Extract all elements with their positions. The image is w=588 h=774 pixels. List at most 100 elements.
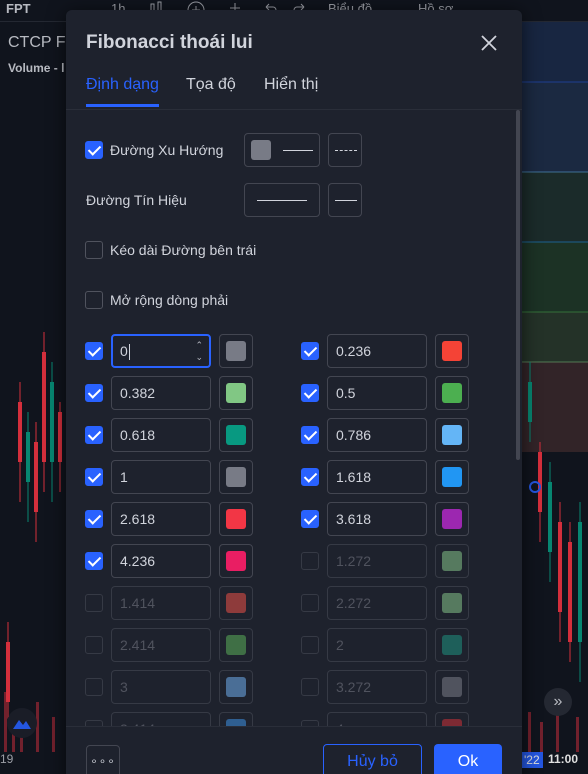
color-swatch <box>226 635 246 655</box>
level-right-6-color-button[interactable] <box>435 586 469 620</box>
trend-line-dash-button[interactable] <box>328 133 362 167</box>
level-right-3-value-input[interactable]: 1.618 <box>327 460 427 494</box>
level-value-text: 1 <box>120 469 128 485</box>
level-right-0-color-button[interactable] <box>435 334 469 368</box>
level-value-text: 2 <box>336 637 344 653</box>
level-right-8-checkbox[interactable] <box>301 678 319 696</box>
level-left-6-color-button[interactable] <box>219 586 253 620</box>
level-left-4-color-button[interactable] <box>219 502 253 536</box>
level-left-0-color-button[interactable] <box>219 334 253 368</box>
close-icon[interactable] <box>476 30 502 56</box>
level-value-text: 1.272 <box>336 553 372 569</box>
level-right-1-color-button[interactable] <box>435 376 469 410</box>
extend-right-checkbox[interactable] <box>85 291 103 309</box>
level-right-4-checkbox[interactable] <box>301 510 319 528</box>
level-left-5-value-input[interactable]: 4.236 <box>111 544 211 578</box>
dialog-title: Fibonacci thoái lui <box>86 32 253 53</box>
level-right-5-color-button[interactable] <box>435 544 469 578</box>
level-right-4-color-button[interactable] <box>435 502 469 536</box>
trend-line-color-swatch <box>251 140 271 160</box>
level-value-text: 1.618 <box>336 469 372 485</box>
trend-line-checkbox[interactable] <box>85 141 103 159</box>
signal-line-width-button[interactable] <box>244 183 320 217</box>
dashed-line-icon <box>335 150 357 151</box>
level-right-8-value-input[interactable]: 3.272 <box>327 670 427 704</box>
level-right-0-value-input[interactable]: 0.236 <box>327 334 427 368</box>
level-left-3-color-button[interactable] <box>219 460 253 494</box>
level-right-2-checkbox[interactable] <box>301 426 319 444</box>
level-left-7-color-button[interactable] <box>219 628 253 662</box>
level-right-7-color-button[interactable] <box>435 628 469 662</box>
level-right-5-value-input[interactable]: 1.272 <box>327 544 427 578</box>
signal-line-style-button[interactable] <box>328 183 362 217</box>
cancel-button[interactable]: Hủy bỏ <box>323 744 422 774</box>
level-right-3-color-button[interactable] <box>435 460 469 494</box>
level-left-7-value-input[interactable]: 2.414 <box>111 628 211 662</box>
level-right-5-checkbox[interactable] <box>301 552 319 570</box>
tab-style[interactable]: Định dạng <box>86 76 159 107</box>
level-left-8-checkbox[interactable] <box>85 678 103 696</box>
level-left-1-value-input[interactable]: 0.382 <box>111 376 211 410</box>
level-left-6-value-input[interactable]: 1.414 <box>111 586 211 620</box>
level-value-text: 3.618 <box>336 511 372 527</box>
level-left-0-value-input[interactable]: 0 ⌃ ⌄ <box>111 334 211 368</box>
tab-coordinates[interactable]: Tọa độ <box>186 76 236 104</box>
level-right-6-value-input[interactable]: 2.272 <box>327 586 427 620</box>
text-cursor <box>128 344 130 361</box>
color-swatch <box>442 551 462 571</box>
more-options-button[interactable]: ∘∘∘ <box>86 745 120 774</box>
level-left-2-color-button[interactable] <box>219 418 253 452</box>
level-left-7-checkbox[interactable] <box>85 636 103 654</box>
level-value-text: 0 <box>120 343 128 359</box>
level-left-2-checkbox[interactable] <box>85 426 103 444</box>
color-swatch <box>442 383 462 403</box>
number-stepper-icon[interactable]: ⌃ ⌄ <box>195 339 203 363</box>
color-swatch <box>226 383 246 403</box>
level-right-1-checkbox[interactable] <box>301 384 319 402</box>
solid-line-icon <box>335 200 357 201</box>
level-right-7-value-input[interactable]: 2 <box>327 628 427 662</box>
tab-bar: Định dạng Tọa độ Hiển thị <box>66 70 522 110</box>
extend-left-checkbox[interactable] <box>85 241 103 259</box>
level-value-text: 2.272 <box>336 595 372 611</box>
level-value-text: 0.5 <box>336 385 356 401</box>
color-swatch <box>226 551 246 571</box>
level-left-8-color-button[interactable] <box>219 670 253 704</box>
level-right-6-checkbox[interactable] <box>301 594 319 612</box>
fib-retracement-settings-dialog: Fibonacci thoái lui Định dạng Tọa độ Hiể… <box>66 10 522 774</box>
color-swatch <box>442 341 462 361</box>
level-left-4-checkbox[interactable] <box>85 510 103 528</box>
level-left-5-color-button[interactable] <box>219 544 253 578</box>
level-left-1-checkbox[interactable] <box>85 384 103 402</box>
level-right-3-checkbox[interactable] <box>301 468 319 486</box>
level-left-6-checkbox[interactable] <box>85 594 103 612</box>
trend-line-style-button[interactable] <box>244 133 320 167</box>
color-swatch <box>226 593 246 613</box>
level-right-2-value-input[interactable]: 0.786 <box>327 418 427 452</box>
color-swatch <box>442 677 462 697</box>
level-left-5-checkbox[interactable] <box>85 552 103 570</box>
color-swatch <box>226 467 246 487</box>
dialog-scrollbar[interactable] <box>516 110 520 460</box>
ok-button[interactable]: Ok <box>434 744 502 774</box>
level-right-0-checkbox[interactable] <box>301 342 319 360</box>
level-right-8-color-button[interactable] <box>435 670 469 704</box>
level-right-4-value-input[interactable]: 3.618 <box>327 502 427 536</box>
level-left-1-color-button[interactable] <box>219 376 253 410</box>
dialog-footer: ∘∘∘ Hủy bỏ Ok <box>66 726 522 774</box>
level-left-0-checkbox[interactable] <box>85 342 103 360</box>
color-swatch <box>226 425 246 445</box>
color-swatch <box>442 509 462 529</box>
level-right-2-color-button[interactable] <box>435 418 469 452</box>
level-right-7-checkbox[interactable] <box>301 636 319 654</box>
level-left-3-checkbox[interactable] <box>85 468 103 486</box>
level-left-8-value-input[interactable]: 3 <box>111 670 211 704</box>
level-right-1-value-input[interactable]: 0.5 <box>327 376 427 410</box>
level-left-3-value-input[interactable]: 1 <box>111 460 211 494</box>
level-left-4-value-input[interactable]: 2.618 <box>111 502 211 536</box>
level-left-2-value-input[interactable]: 0.618 <box>111 418 211 452</box>
level-value-text: 1.414 <box>120 595 156 611</box>
color-swatch <box>226 509 246 529</box>
level-value-text: 2.618 <box>120 511 156 527</box>
tab-visibility[interactable]: Hiển thị <box>264 76 318 104</box>
